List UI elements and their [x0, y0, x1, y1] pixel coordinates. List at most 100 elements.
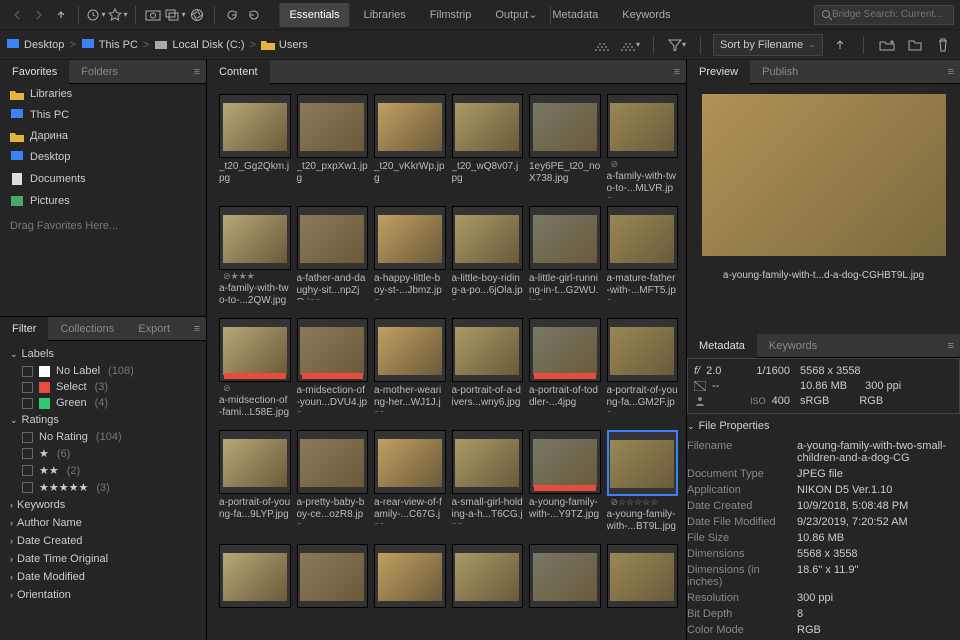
breadcrumb-item[interactable]: Desktop [6, 38, 64, 52]
thumbnail[interactable]: 1ey6PE_t20_noX738.jpg [529, 94, 601, 198]
filter-section-header[interactable]: ›Date Created [0, 532, 206, 550]
thumbnail[interactable]: a-portrait-of-a-divers...wny6.jpg [452, 318, 524, 422]
tab-folders[interactable]: Folders [69, 60, 130, 84]
filter-section-header[interactable]: ›Orientation [0, 586, 206, 604]
favorite-item[interactable]: This PC [0, 104, 206, 126]
thumbnail[interactable]: a-little-boy-riding-a-po...6jOla.jpg [452, 206, 524, 310]
workspace-filmstrip[interactable]: Filmstrip [420, 3, 482, 27]
recent-button[interactable]: ▾ [85, 4, 107, 26]
tab-metadata[interactable]: Metadata [687, 334, 757, 358]
checkbox[interactable] [22, 398, 33, 409]
workspace-keywords[interactable]: Keywords [612, 3, 680, 27]
thumbnail[interactable]: a-little-girl-running-in-t...G2WU.jpg [529, 206, 601, 310]
trash-button[interactable] [932, 34, 954, 56]
sort-dropdown[interactable]: Sort by Filename ⌄ [713, 34, 823, 56]
filter-rating-row[interactable]: ★(6) [0, 445, 206, 462]
thumbnail[interactable] [297, 544, 369, 638]
panel-menu-button[interactable]: ≡ [668, 66, 686, 78]
filter-section-header[interactable]: ⌄Ratings [0, 411, 206, 429]
tab-content[interactable]: Content [207, 60, 270, 84]
open-recent-button[interactable] [904, 34, 926, 56]
thumbnail[interactable] [452, 544, 524, 638]
thumbnail[interactable]: a-portrait-of-young-fa...9LYP.jpg [219, 430, 291, 536]
search-input[interactable] [832, 9, 947, 20]
favorite-item[interactable]: Desktop [0, 146, 206, 168]
thumbnail[interactable]: a-midsection-of-youn...DVU4.jpg [297, 318, 369, 422]
thumbnail[interactable] [529, 544, 601, 638]
filter-label-row[interactable]: Green(4) [0, 395, 206, 411]
rotate-ccw-button[interactable] [221, 4, 243, 26]
thumbnail[interactable]: _t20_wQ8v07.jpg [452, 94, 524, 198]
favorite-item[interactable]: Documents [0, 168, 206, 190]
filter-section-header[interactable]: ›Date Time Original [0, 550, 206, 568]
search-box[interactable] [814, 5, 954, 25]
thumbnail[interactable]: a-father-and-daughy-sit...npZjQ.jpg [297, 206, 369, 310]
thumbnail[interactable]: a-mother-wearing-her...WJ1J.jpg [374, 318, 446, 422]
thumbnail[interactable] [374, 544, 446, 638]
filter-rating-row[interactable]: ★★(2) [0, 462, 206, 479]
tab-publish[interactable]: Publish [750, 60, 810, 84]
thumbnail[interactable] [607, 544, 679, 638]
new-folder-button[interactable] [876, 34, 898, 56]
panel-menu-button[interactable]: ≡ [942, 66, 960, 78]
breadcrumb-item[interactable]: Users [261, 39, 308, 51]
thumbnail-quality-button[interactable] [591, 34, 613, 56]
thumbnail[interactable] [219, 544, 291, 638]
tab-favorites[interactable]: Favorites [0, 60, 69, 84]
thumbnail[interactable]: ⊘a-midsection-of-fami...L58E.jpg [219, 318, 291, 422]
checkbox[interactable] [22, 465, 33, 476]
forward-button[interactable] [28, 4, 50, 26]
thumbnail[interactable]: _t20_vKkrWp.jpg [374, 94, 446, 198]
workspace-essentials[interactable]: Essentials [279, 3, 349, 27]
filter-rating-row[interactable]: No Rating(104) [0, 429, 206, 445]
thumbnail[interactable]: a-young-family-with-...Y9TZ.jpg [529, 430, 601, 536]
checkbox[interactable] [22, 382, 33, 393]
filter-section-header[interactable]: ›Author Name [0, 514, 206, 532]
workspace-output[interactable]: Output [485, 3, 538, 27]
tab-keywords[interactable]: Keywords [757, 334, 829, 358]
preview-image[interactable] [702, 94, 946, 256]
back-button[interactable] [6, 4, 28, 26]
favorites-button[interactable]: ▾ [107, 4, 129, 26]
thumbnail-quality-menu[interactable]: ▾ [619, 34, 641, 56]
panel-menu-button[interactable]: ≡ [188, 323, 206, 335]
get-photos-button[interactable] [142, 4, 164, 26]
thumbnail[interactable]: a-mature-father-with-...MFT5.jpg [607, 206, 679, 310]
tab-filter[interactable]: Filter [0, 317, 48, 341]
checkbox[interactable] [22, 432, 33, 443]
breadcrumb-item[interactable]: This PC [81, 38, 138, 52]
thumbnail[interactable]: a-portrait-of-young-fa...GM2F.jpg [607, 318, 679, 422]
thumbnail[interactable]: a-pretty-baby-boy-ce...ozR8.jpg [297, 430, 369, 536]
filter-label-row[interactable]: Select(3) [0, 379, 206, 395]
thumbnail[interactable]: ⊘☆☆☆☆☆a-young-family-with-...BT9L.jpg [607, 430, 679, 536]
filter-section-header[interactable]: ›Date Modified [0, 568, 206, 586]
thumbnail[interactable]: a-happy-little-boy-st-...Jbmz.jpg [374, 206, 446, 310]
favorite-item[interactable]: Pictures [0, 190, 206, 212]
tab-preview[interactable]: Preview [687, 60, 750, 84]
workspace-metadata[interactable]: Metadata [542, 3, 608, 27]
sort-asc-button[interactable] [829, 34, 851, 56]
panel-menu-button[interactable]: ≡ [188, 66, 206, 78]
workspace-libraries[interactable]: Libraries [354, 3, 416, 27]
up-button[interactable] [50, 4, 72, 26]
thumbnail[interactable]: ⊘★★★a-family-with-two-to-...2QW.jpg [219, 206, 291, 310]
breadcrumb-item[interactable]: Local Disk (C:) [154, 38, 244, 52]
panel-menu-button[interactable]: ≡ [942, 340, 960, 352]
tab-export[interactable]: Export [126, 317, 182, 341]
filter-section-header[interactable]: ›Keywords [0, 496, 206, 514]
refine-button[interactable] [186, 4, 208, 26]
checkbox[interactable] [22, 448, 33, 459]
file-properties-header[interactable]: ⌄File Properties [687, 414, 960, 438]
thumbnail[interactable]: a-rear-view-of-family-...C67G.jpg [374, 430, 446, 536]
open-camera-raw-button[interactable]: ▾ [164, 4, 186, 26]
filter-section-header[interactable]: ⌄Labels [0, 345, 206, 363]
rotate-cw-button[interactable] [243, 4, 265, 26]
thumbnail[interactable]: a-small-girl-holding-a-h...T6CG.jpg [452, 430, 524, 536]
thumbnail[interactable]: _t20_pxpXw1.jpg [297, 94, 369, 198]
thumbnail[interactable]: a-portrait-of-toddler-...4jpg [529, 318, 601, 422]
filter-button[interactable]: ▾ [666, 34, 688, 56]
tab-collections[interactable]: Collections [48, 317, 126, 341]
thumbnail[interactable]: ⊘a-family-with-two-to-...MLVR.jpg [607, 94, 679, 198]
filter-rating-row[interactable]: ★★★★★(3) [0, 479, 206, 496]
thumbnail[interactable]: _t20_Gg2Qkm.jpg [219, 94, 291, 198]
